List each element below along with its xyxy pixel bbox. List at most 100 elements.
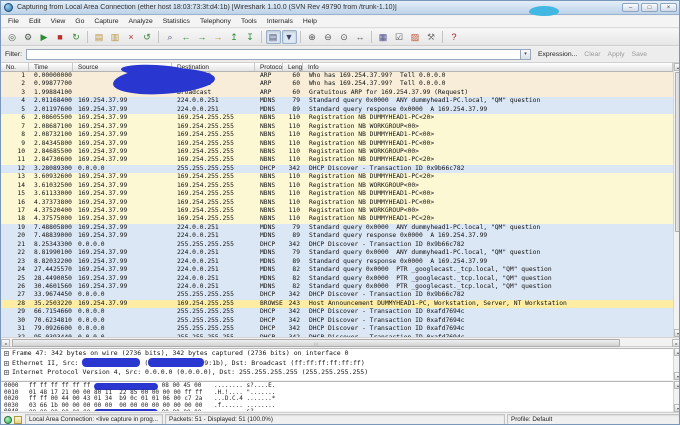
packet-row[interactable]: 228.81990100169.254.37.99224.0.0.251MDNS… [1, 249, 673, 257]
close-capture-icon[interactable]: × [124, 30, 139, 44]
capture-filters-icon[interactable]: ▦ [376, 30, 391, 44]
packet-row[interactable]: 2733.96744500.0.0.0255.255.255.255DHCP34… [1, 291, 673, 299]
packet-row[interactable]: 42.01168400169.254.37.99224.0.0.251MDNS7… [1, 97, 673, 105]
scroll-down-icon[interactable]: ▾ [674, 372, 680, 380]
filter-combobox[interactable]: ▾ [26, 49, 531, 60]
colorize-toggle-icon[interactable]: ▤ [266, 30, 281, 44]
coloring-rules-icon[interactable]: ▨ [408, 30, 423, 44]
menu-tools[interactable]: Tools [236, 18, 262, 25]
start-capture-icon[interactable]: ▶ [37, 30, 52, 44]
scroll-down-icon[interactable]: ▾ [674, 329, 680, 337]
packet-row[interactable]: 207.48839000169.254.37.99224.0.0.251MDNS… [1, 232, 673, 240]
detail-line[interactable]: +Ethernet II, Src: (9:1b), Dst: Broadcas… [1, 359, 673, 369]
menu-view[interactable]: View [46, 18, 71, 25]
packet-row[interactable]: 20.99877700BroadcastARP60Who has 169.254… [1, 80, 673, 88]
column-header-protocol[interactable]: Protocol [255, 63, 283, 71]
scroll-right-icon[interactable]: ▸ [672, 339, 680, 347]
zoom-out-icon[interactable]: ⊖ [321, 30, 336, 44]
packet-row[interactable]: 153.61133000169.254.37.99169.254.255.255… [1, 190, 673, 198]
stop-capture-icon[interactable]: ■ [53, 30, 68, 44]
packet-row[interactable]: 238.82032200169.254.37.99224.0.0.251MDNS… [1, 258, 673, 266]
minimize-button[interactable]: – [622, 3, 639, 12]
reload-icon[interactable]: ↺ [140, 30, 155, 44]
expert-info-icon[interactable] [4, 416, 12, 424]
scroll-up-icon[interactable]: ▴ [674, 63, 680, 71]
packet-bytes-pane[interactable]: 0000ff ff ff ff ff ff 08 00 45 00.......… [1, 381, 673, 411]
go-to-bottom-icon[interactable]: ↧ [243, 30, 258, 44]
preferences-icon[interactable]: ⚒ [424, 30, 439, 44]
capture-file-icon[interactable] [14, 416, 22, 424]
packet-row[interactable]: 218.253433000.0.0.0255.255.255.255DHCP34… [1, 241, 673, 249]
scroll-down-icon[interactable]: ▾ [674, 404, 680, 412]
close-button[interactable]: × [660, 3, 677, 12]
packet-row[interactable]: 174.37520400169.254.37.99169.254.255.255… [1, 207, 673, 215]
autoscroll-toggle-icon[interactable]: ▼ [282, 30, 297, 44]
go-forward-icon[interactable]: → [195, 30, 210, 44]
hscrollbar-thumb[interactable]: | | [12, 339, 620, 347]
display-filters-icon[interactable]: ☑ [392, 30, 407, 44]
bytes-vscrollbar[interactable]: ▴ ▾ [673, 381, 680, 412]
filter-dropdown-arrow-icon[interactable]: ▾ [520, 50, 530, 59]
packet-row[interactable]: 102.84685500169.254.37.99169.254.255.255… [1, 148, 673, 156]
menu-file[interactable]: File [3, 18, 24, 25]
packet-row[interactable]: 2630.4601560169.254.37.99224.0.0.251MDNS… [1, 283, 673, 291]
packet-row[interactable]: 2835.2503220169.254.37.99169.254.255.255… [1, 300, 673, 308]
details-vscrollbar[interactable]: ▴ ▾ [673, 348, 680, 380]
packet-row[interactable]: 82.08732100169.254.37.99169.254.255.255N… [1, 131, 673, 139]
apply-button[interactable]: Apply [608, 51, 625, 58]
hex-row[interactable]: 003003 66 1b 00 00 00 00 00 00 00 00 00 … [1, 403, 673, 410]
column-header-length[interactable]: Length [283, 63, 303, 71]
packet-row[interactable]: 184.37575000169.254.37.99169.254.255.255… [1, 215, 673, 223]
scroll-left-icon[interactable]: ◂ [1, 339, 10, 347]
menu-statistics[interactable]: Statistics [158, 18, 195, 25]
zoom-100-icon[interactable]: ⊙ [337, 30, 352, 44]
packet-row[interactable]: 2528.4490050169.254.37.99224.0.0.251MDNS… [1, 275, 673, 283]
column-header-info[interactable]: Info [303, 63, 673, 71]
packet-row[interactable]: 3179.09266000.0.0.0255.255.255.255DHCP34… [1, 325, 673, 333]
menu-help[interactable]: Help [298, 18, 322, 25]
scrollbar-thumb[interactable] [675, 72, 680, 232]
packet-row[interactable]: 72.08687100169.254.37.99169.254.255.255N… [1, 123, 673, 131]
packet-row[interactable]: 92.84345800169.254.37.99169.254.255.255N… [1, 140, 673, 148]
packet-list[interactable]: 10.00000000BroadcastARP60Who has 169.254… [1, 72, 673, 337]
packet-row[interactable]: 164.37373800169.254.37.99169.254.255.255… [1, 199, 673, 207]
packet-row[interactable]: 31.99884100BroadcastARP60Gratuitous ARP … [1, 89, 673, 97]
packet-row[interactable]: 133.60932600169.254.37.99169.254.255.255… [1, 173, 673, 181]
capture-options-icon[interactable]: ⚙ [21, 30, 36, 44]
packet-row[interactable]: 2966.71546600.0.0.0255.255.255.255DHCP34… [1, 308, 673, 316]
packet-row[interactable]: 143.61032500169.254.37.99169.254.255.255… [1, 182, 673, 190]
open-file-icon[interactable]: ▤ [92, 30, 107, 44]
save-file-icon[interactable]: ▥ [108, 30, 123, 44]
detail-line[interactable]: +Frame 47: 342 bytes on wire (2736 bits)… [1, 349, 673, 359]
help-icon[interactable]: ? [447, 30, 462, 44]
packet-row[interactable]: 112.84730600169.254.37.99169.254.255.255… [1, 156, 673, 164]
zoom-in-icon[interactable]: ⊕ [305, 30, 320, 44]
restore-button[interactable]: □ [641, 3, 658, 12]
detail-line[interactable]: +Internet Protocol Version 4, Src: 0.0.0… [1, 368, 673, 378]
expander-icon[interactable]: + [4, 361, 9, 366]
go-back-icon[interactable]: ← [179, 30, 194, 44]
column-header-no[interactable]: No. [1, 63, 29, 71]
packet-row[interactable]: 197.48805800169.254.37.99224.0.0.251MDNS… [1, 224, 673, 232]
title-bar[interactable]: Capturing from Local Area Connection (et… [1, 1, 680, 15]
resize-columns-icon[interactable]: ↔ [353, 30, 368, 44]
hex-row[interactable]: 004000 00 00 00 00 00 00 00 00 00.......… [1, 409, 673, 411]
scroll-up-icon[interactable]: ▴ [674, 348, 680, 356]
packet-list-hscrollbar[interactable]: ◂ | | ▸ [1, 337, 680, 347]
packet-row[interactable]: 2427.4425570169.254.37.99224.0.0.251MDNS… [1, 266, 673, 274]
expression-button[interactable]: Expression... [538, 51, 577, 58]
packet-row[interactable]: 10.00000000BroadcastARP60Who has 169.254… [1, 72, 673, 80]
menu-capture[interactable]: Capture [89, 18, 123, 25]
packet-row[interactable]: 3070.62348100.0.0.0255.255.255.255DHCP34… [1, 317, 673, 325]
menu-internals[interactable]: Internals [262, 18, 298, 25]
packet-row[interactable]: 123.280893000.0.0.0255.255.255.255DHCP34… [1, 165, 673, 173]
column-header-time[interactable]: Time [29, 63, 73, 71]
packet-row[interactable]: 62.08605500169.254.37.99169.254.255.255N… [1, 114, 673, 122]
scroll-up-icon[interactable]: ▴ [674, 381, 680, 389]
menu-edit[interactable]: Edit [24, 18, 46, 25]
menu-analyze[interactable]: Analyze [124, 18, 158, 25]
profile-text[interactable]: Profile: Default [507, 414, 680, 425]
menu-go[interactable]: Go [70, 18, 89, 25]
menu-telephony[interactable]: Telephony [195, 18, 236, 25]
clear-button[interactable]: Clear [584, 51, 600, 58]
